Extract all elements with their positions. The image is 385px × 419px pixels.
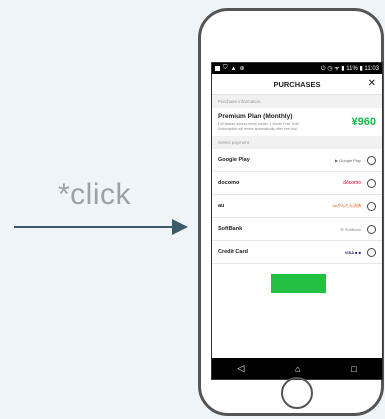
close-icon[interactable]: ✕: [368, 78, 376, 89]
purchase-button[interactable]: [271, 274, 326, 293]
back-icon[interactable]: ◁: [237, 363, 244, 374]
payment-option-credit-card[interactable]: Credit Card VISA ■ ■: [212, 241, 382, 264]
docomo-logo-icon: dōcomo: [343, 180, 361, 186]
notification-icon: [215, 66, 220, 71]
click-annotation-label: *click: [58, 178, 132, 211]
purchase-info-label: Purchase information: [212, 95, 382, 108]
plan-description: Full feature access every month. 1 Month…: [218, 122, 299, 131]
shield-icon: ⛉: [223, 65, 228, 71]
arrow-right-icon: [14, 219, 188, 235]
au-logo-icon: auかんたん決済: [332, 203, 361, 208]
android-nav-bar: ◁ ⌂ □: [212, 358, 382, 379]
payment-radio[interactable]: [367, 201, 376, 211]
action-area: [212, 264, 382, 334]
payment-option-google-play[interactable]: Google Play ▶ Google Play: [212, 149, 382, 172]
payment-name: SoftBank: [218, 226, 243, 232]
status-icons-left: ⛉ ▲ ⊛: [215, 65, 245, 72]
app-header: PURCHASES ✕: [212, 74, 382, 95]
alert-icon: ⊛: [239, 66, 245, 72]
select-payment-label: Select payment: [212, 136, 382, 149]
payment-right: VISA ■ ■: [344, 247, 376, 257]
payment-option-softbank[interactable]: SoftBank ☰ SoftBank: [212, 218, 382, 241]
payment-name: docomo: [218, 180, 240, 186]
warning-icon: ▲: [230, 65, 237, 72]
payment-radio[interactable]: [367, 224, 376, 234]
payment-option-docomo[interactable]: docomo dōcomo: [212, 172, 382, 195]
card-brands-logo-icon: VISA ■ ■: [344, 249, 361, 255]
home-icon[interactable]: ⌂: [295, 364, 300, 374]
google-play-logo-icon: ▶ Google Play: [335, 157, 361, 163]
payment-right: dōcomo: [343, 178, 376, 188]
payment-name: Google Play: [218, 157, 250, 163]
payment-name: au: [218, 203, 225, 209]
status-bar: ⛉ ▲ ⊛ ⏻ ◷ ᯤ ▮ 11% ▮ 11:03: [212, 63, 382, 74]
payment-right: ☰ SoftBank: [340, 224, 376, 234]
plan-item: Premium Plan (Monthly) Full feature acce…: [212, 108, 382, 136]
softbank-logo-icon: ☰ SoftBank: [340, 226, 361, 232]
phone-screen: ⛉ ▲ ⊛ ⏻ ◷ ᯤ ▮ 11% ▮ 11:03 PURCHASES ✕ Pu…: [211, 62, 383, 380]
payment-radio[interactable]: [367, 247, 376, 257]
recent-apps-icon[interactable]: □: [351, 364, 356, 374]
payment-radio[interactable]: [367, 178, 376, 188]
payment-right: ▶ Google Play: [335, 155, 376, 165]
plan-name: Premium Plan (Monthly): [218, 113, 293, 120]
status-right: ⏻ ◷ ᯤ ▮ 11% ▮ 11:03: [320, 66, 379, 72]
payment-name: Credit Card: [218, 249, 248, 255]
payment-radio[interactable]: [367, 155, 376, 165]
phone-frame: ⛉ ▲ ⊛ ⏻ ◷ ᯤ ▮ 11% ▮ 11:03 PURCHASES ✕ Pu…: [198, 8, 384, 416]
page-title: PURCHASES: [273, 79, 321, 89]
payment-right: auかんたん決済: [332, 201, 376, 211]
plan-price: ¥960: [351, 116, 376, 128]
payment-option-au[interactable]: au auかんたん決済: [212, 195, 382, 218]
plan-text: Premium Plan (Monthly) Full feature acce…: [218, 113, 308, 131]
phone-home-button[interactable]: [281, 377, 313, 409]
